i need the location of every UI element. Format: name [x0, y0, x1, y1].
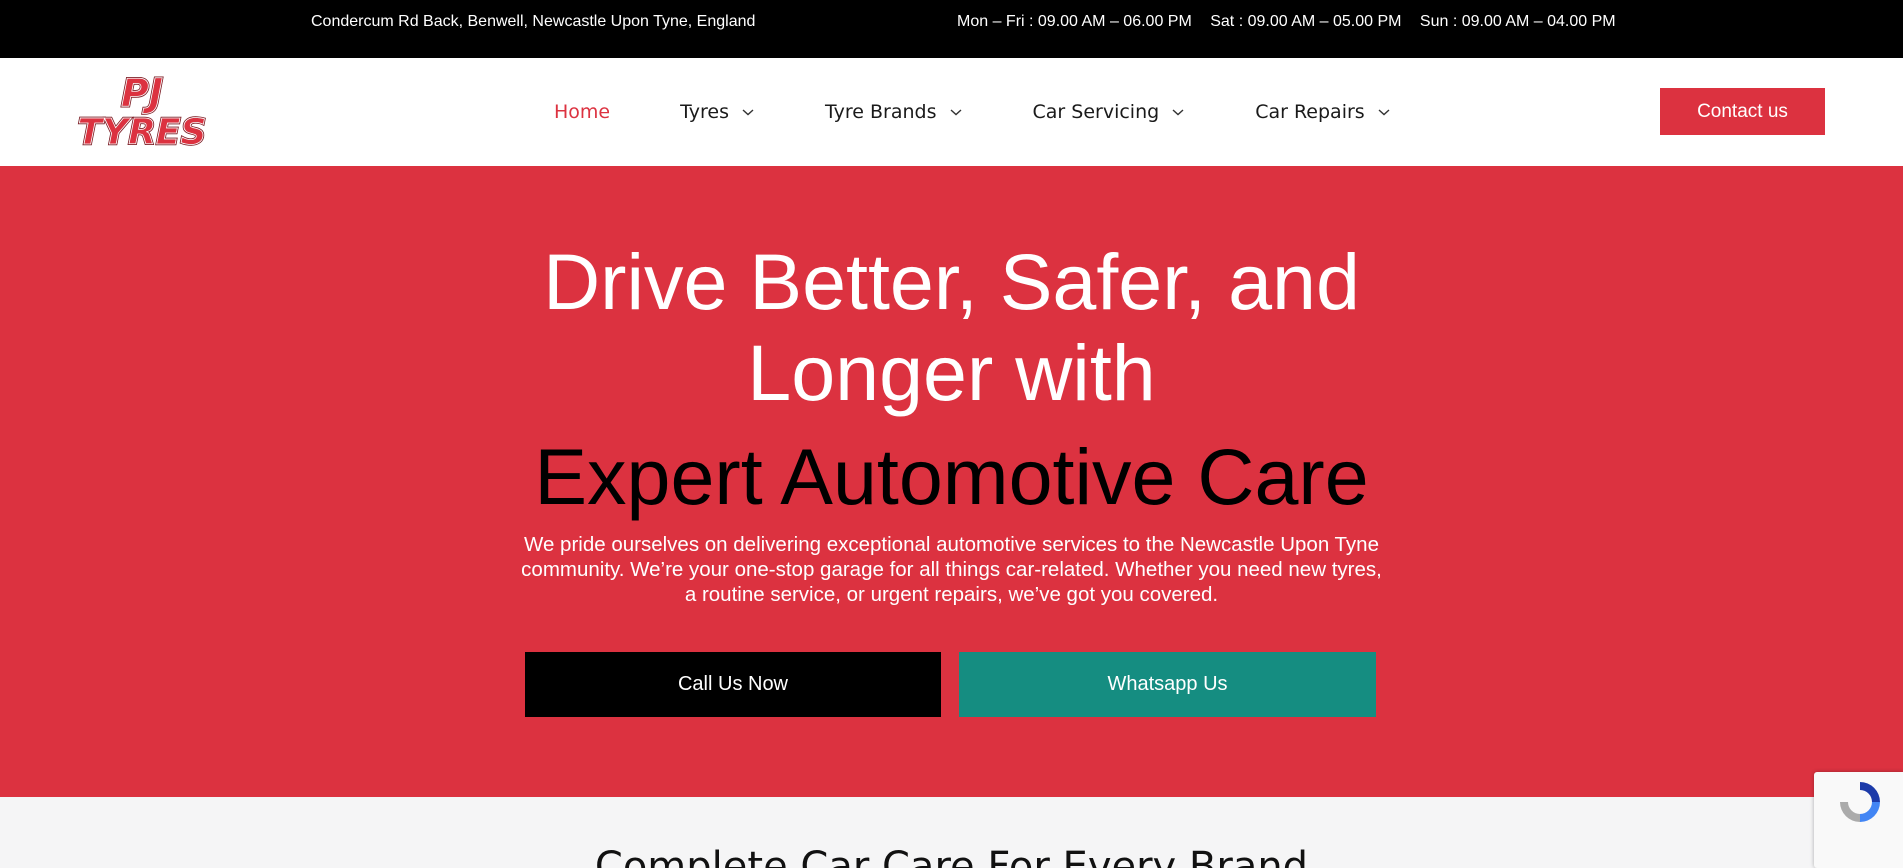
chevron-down-icon — [1172, 109, 1184, 116]
nav-item-label: Tyres — [680, 101, 729, 123]
hours-weekdays: Mon – Fri : 09.00 AM – 06.00 PM — [957, 13, 1192, 30]
hero-title-line1: Drive Better, Safer, and — [543, 237, 1360, 326]
nav-item-tyre-brands[interactable]: Tyre Brands — [825, 101, 963, 123]
nav-item-label: Car Repairs — [1255, 101, 1365, 123]
hero-title: Drive Better, Safer, and Longer with — [0, 236, 1903, 418]
section-heading: Complete Car Care For Every Brand — [594, 844, 1309, 868]
hours-saturday: Sat : 09.00 AM – 05.00 PM — [1210, 13, 1402, 30]
nav-item-label: Car Servicing — [1032, 101, 1160, 123]
nav-item-car-servicing[interactable]: Car Servicing — [1033, 101, 1186, 123]
hero-subtitle: Expert Automotive Care — [534, 432, 1369, 521]
hero-title-line2: Longer with — [747, 328, 1156, 417]
pj-tyres-logo[interactable]: PJ TYRES PJ TYRES — [74, 68, 210, 156]
nav-item-tyres[interactable]: Tyres — [680, 101, 755, 123]
svg-text:TYRES: TYRES — [78, 112, 207, 153]
main-navigation: Home Tyres Tyre Brands Car Servicing Car… — [554, 58, 1391, 166]
hours-sunday: Sun : 09.00 AM – 04.00 PM — [1419, 13, 1616, 30]
nav-item-home[interactable]: Home — [554, 101, 610, 123]
top-info-bar: Condercum Rd Back, Benwell, Newcastle Up… — [0, 0, 1903, 58]
svg-text:PJ: PJ — [121, 71, 163, 115]
hero-section: Drive Better, Safer, and Longer with Exp… — [0, 166, 1903, 797]
nav-item-car-repairs[interactable]: Car Repairs — [1255, 101, 1391, 123]
chevron-down-icon — [742, 109, 754, 116]
car-care-section: Complete Car Care For Every Brand — [0, 797, 1903, 868]
contact-us-button[interactable]: Contact us — [1660, 88, 1825, 135]
nav-item-label: Tyre Brands — [824, 101, 937, 123]
recaptcha-icon — [1840, 782, 1880, 822]
address-text: Condercum Rd Back, Benwell, Newcastle Up… — [311, 13, 756, 30]
chevron-down-icon — [1378, 109, 1390, 116]
opening-hours: Mon – Fri : 09.00 AM – 06.00 PM Sat : 09… — [957, 13, 1630, 31]
call-us-now-button[interactable]: Call Us Now — [525, 652, 941, 717]
site-header: PJ TYRES PJ TYRES Home Tyres Tyre Brands… — [0, 58, 1903, 166]
recaptcha-badge[interactable] — [1814, 772, 1903, 868]
hero-description: We pride ourselves on delivering excepti… — [521, 533, 1382, 606]
whatsapp-us-button[interactable]: Whatsapp Us — [959, 652, 1376, 717]
chevron-down-icon — [950, 109, 961, 116]
nav-item-label: Home — [554, 101, 611, 123]
